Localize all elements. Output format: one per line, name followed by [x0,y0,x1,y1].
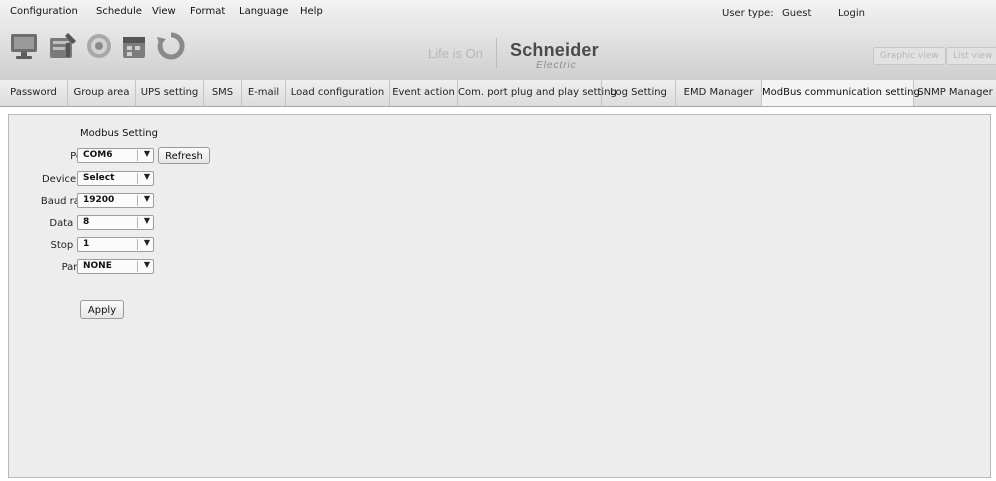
chevron-down-icon: ▼ [143,216,150,225]
stop-bit-select[interactable]: 1 ▼ [77,237,154,252]
port-select[interactable]: COM6 ▼ [77,148,154,163]
tab-emd-manager[interactable]: EMD Manager [676,80,762,106]
baud-rate-select[interactable]: 19200 ▼ [77,193,154,208]
monitor-icon[interactable] [8,29,42,63]
baud-rate-select-value: 19200 [83,195,115,205]
parity-select-value: NONE [83,261,112,271]
select-divider [137,261,138,272]
menu-configuration[interactable]: Configuration [10,6,78,17]
chevron-down-icon: ▼ [143,172,150,181]
tab-snmp-manager[interactable]: SNMP Manager [914,80,996,106]
tab-password[interactable]: Password [0,80,68,106]
data-bit-select-value: 8 [83,217,90,227]
brand-logo-sub: Electric [536,60,577,71]
slogan-text: Life is On [428,46,483,61]
port-select-value: COM6 [83,150,113,160]
app-window: Configuration Schedule View Format Langu… [0,0,996,481]
settings-tools-icon[interactable] [46,29,80,63]
tab-group-area[interactable]: Group area [68,80,136,106]
brand-divider [496,38,497,68]
select-divider [137,173,138,184]
chevron-down-icon: ▼ [143,260,150,269]
brand-logo: Schneider [510,40,599,60]
refresh-button[interactable]: Refresh [158,147,210,164]
login-link[interactable]: Login [838,8,865,19]
chevron-down-icon: ▼ [143,238,150,247]
section-title: Modbus Setting [80,128,158,139]
parity-select[interactable]: NONE ▼ [77,259,154,274]
stop-bit-select-value: 1 [83,239,90,249]
tab-log-setting[interactable]: Log Setting [602,80,676,106]
user-type-label: User type: [722,8,774,19]
modbus-settings-panel: Modbus Setting Port COM6 ▼ Refresh Devic… [8,114,991,478]
data-bit-select[interactable]: 8 ▼ [77,215,154,230]
tab-ups-setting[interactable]: UPS setting [136,80,204,106]
device-id-select[interactable]: Select ▼ [77,171,154,186]
select-divider [137,239,138,250]
tab-modbus-communication-setting[interactable]: ModBus communication setting [762,80,920,106]
select-divider [137,217,138,228]
tab-com-port-plug-and-play[interactable]: Com. port plug and play setting [458,80,617,106]
tab-sms[interactable]: SMS [204,80,242,106]
tab-load-configuration[interactable]: Load configuration [286,80,390,106]
select-divider [137,195,138,206]
menu-help[interactable]: Help [300,6,323,17]
banner: Life is On Schneider Electric Graphic vi… [0,24,996,80]
user-type-value: Guest [782,8,812,19]
menu-format[interactable]: Format [190,6,225,17]
list-view-button[interactable]: List view [946,47,996,65]
select-divider [137,150,138,161]
gear-icon[interactable] [82,29,116,63]
menu-language[interactable]: Language [239,6,288,17]
chevron-down-icon: ▼ [143,149,150,158]
menu-view[interactable]: View [152,6,176,17]
tab-email[interactable]: E-mail [242,80,286,106]
tab-event-action[interactable]: Event action [390,80,458,106]
device-id-select-value: Select [83,173,115,183]
tab-bar: Password Group area UPS setting SMS E-ma… [0,80,996,107]
apply-button[interactable]: Apply [80,300,124,319]
menu-schedule[interactable]: Schedule [96,6,142,17]
menu-bar: Configuration Schedule View Format Langu… [0,0,996,24]
chevron-down-icon: ▼ [143,194,150,203]
calendar-icon[interactable] [118,29,152,63]
refresh-icon[interactable] [154,29,188,63]
graphic-view-button[interactable]: Graphic view [873,47,946,65]
